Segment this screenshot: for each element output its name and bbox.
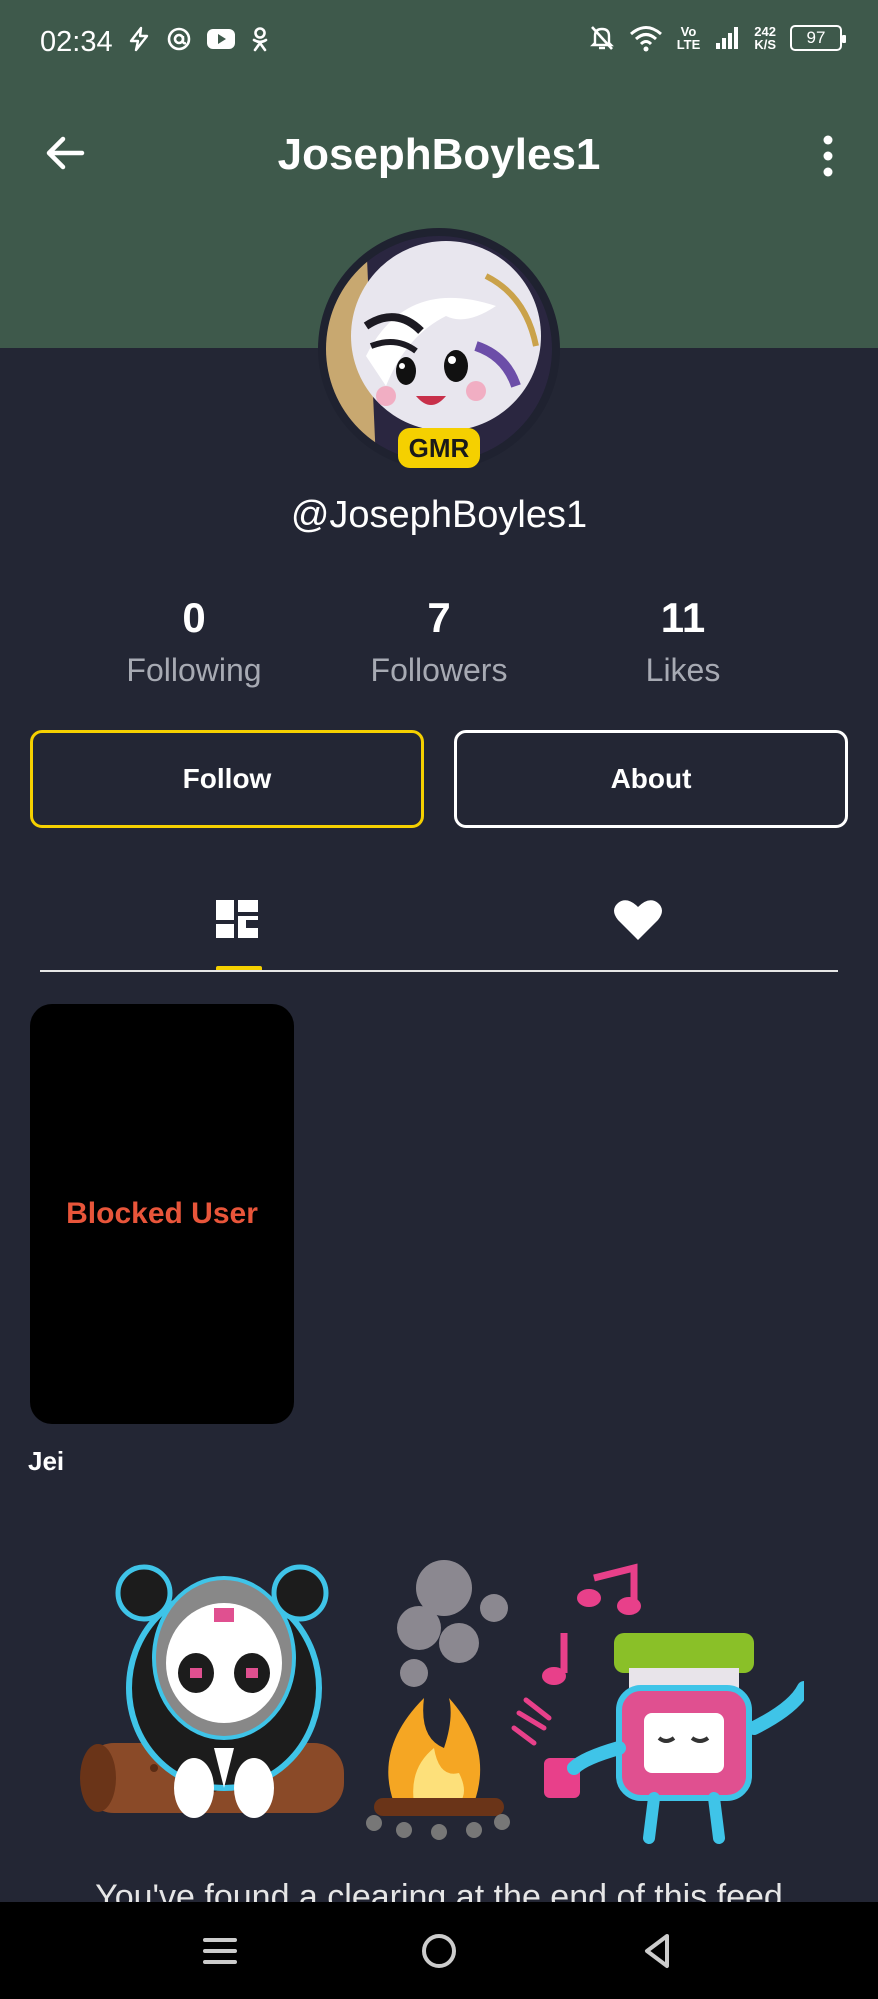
stat-value: 11 [660,594,706,641]
flash-icon [129,26,149,52]
feed-card-blocked[interactable]: Blocked User [30,1004,294,1424]
signal-icon [716,27,739,49]
wifi-icon [629,26,662,52]
network-speed: 242 K/S [754,24,776,52]
stat-following[interactable]: 0 Following [72,594,316,689]
avatar-container[interactable]: GMR [318,228,560,470]
stat-label: Followers [370,652,508,688]
heart-icon[interactable] [608,890,668,950]
stat-label: Likes [645,652,721,688]
follow-button[interactable]: Follow [30,730,424,828]
end-of-feed-illustration [80,1560,804,1844]
recent-apps-icon[interactable] [195,1926,245,1976]
home-icon[interactable] [414,1926,464,1976]
back-triangle-icon[interactable] [633,1926,683,1976]
status-bar: 02:34 Vo LTE 242 K/S 97 [0,0,878,88]
system-navigation-bar [0,1902,878,1999]
stat-label: Following [126,652,262,688]
content-tabs [40,870,838,974]
grid-icon[interactable] [208,890,268,950]
volte-indicator: Vo LTE [676,24,701,52]
tab-divider [40,970,838,972]
profile-handle: @JosephBoyles1 [290,494,588,536]
at-sign-icon [167,27,191,51]
profile-stats: 0 Following 7 Followers 11 Likes [0,594,878,704]
notification-icons [126,26,270,52]
blocked-user-label: Blocked User [66,1197,258,1230]
page-title: JosephBoyles1 [277,130,601,179]
battery-indicator: 97 [790,25,846,51]
stat-followers[interactable]: 7 Followers [317,594,561,689]
stat-value: 0 [182,594,206,641]
mute-bell-icon [589,26,614,50]
youtube-icon [207,29,235,49]
odnoklassniki-icon [252,27,268,52]
status-time: 02:34 [40,26,113,58]
more-options-icon[interactable] [818,134,838,178]
feed-card-caption: Jei [28,1446,65,1476]
system-icons: Vo LTE 242 K/S 97 [589,24,846,52]
rank-badge: GMR [398,428,480,468]
stat-likes[interactable]: 11 Likes [561,594,805,689]
about-button[interactable]: About [454,730,848,828]
stat-value: 7 [427,594,451,641]
